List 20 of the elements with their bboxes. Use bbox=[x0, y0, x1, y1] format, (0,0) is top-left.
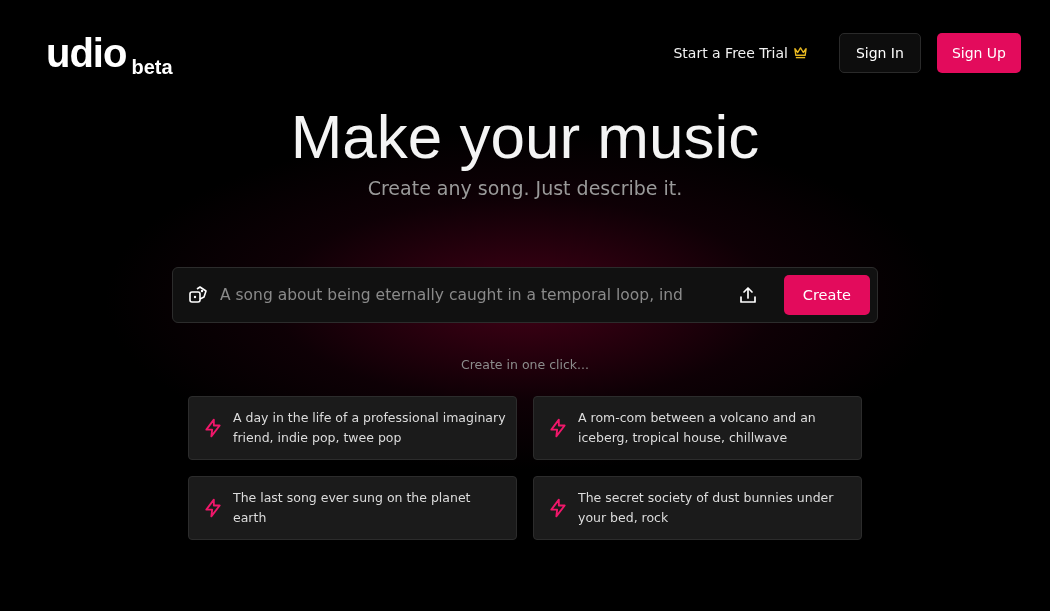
lightning-icon bbox=[203, 497, 223, 519]
suggestion-card[interactable]: A rom-com between a volcano and an iceberg, tropical house, chillwave bbox=[533, 396, 862, 460]
dice-icon[interactable] bbox=[188, 285, 208, 305]
beta-label: beta bbox=[131, 56, 173, 77]
suggestion-card[interactable]: The secret society of dust bunnies under your bed, rock bbox=[533, 476, 862, 540]
hero-subtitle: Create any song. Just describe it. bbox=[367, 177, 683, 199]
hero-title: Make your music bbox=[290, 101, 760, 173]
lightning-icon bbox=[548, 497, 568, 519]
create-button[interactable]: Create bbox=[783, 275, 870, 315]
suggestion-card[interactable]: A day in the life of a professional imaginary friend, indie pop, twee pop bbox=[188, 396, 517, 460]
lightning-icon bbox=[548, 417, 568, 439]
crown-icon bbox=[792, 46, 808, 59]
suggestions-label: Create in one click... bbox=[460, 357, 590, 372]
sign-in-button[interactable]: Sign In bbox=[838, 32, 921, 73]
sign-up-button[interactable]: Sign Up bbox=[936, 32, 1021, 73]
suggestion-card[interactable]: The last song ever sung on the planet earth bbox=[188, 476, 517, 540]
lightning-icon bbox=[203, 417, 223, 439]
logo-wordmark[interactable]: udio bbox=[46, 34, 127, 71]
prompt-field[interactable]: A song about being eternally caught in a temporal loop, ind Create bbox=[172, 267, 878, 323]
free-trial-link[interactable]: Start a Free Trial bbox=[673, 44, 808, 61]
